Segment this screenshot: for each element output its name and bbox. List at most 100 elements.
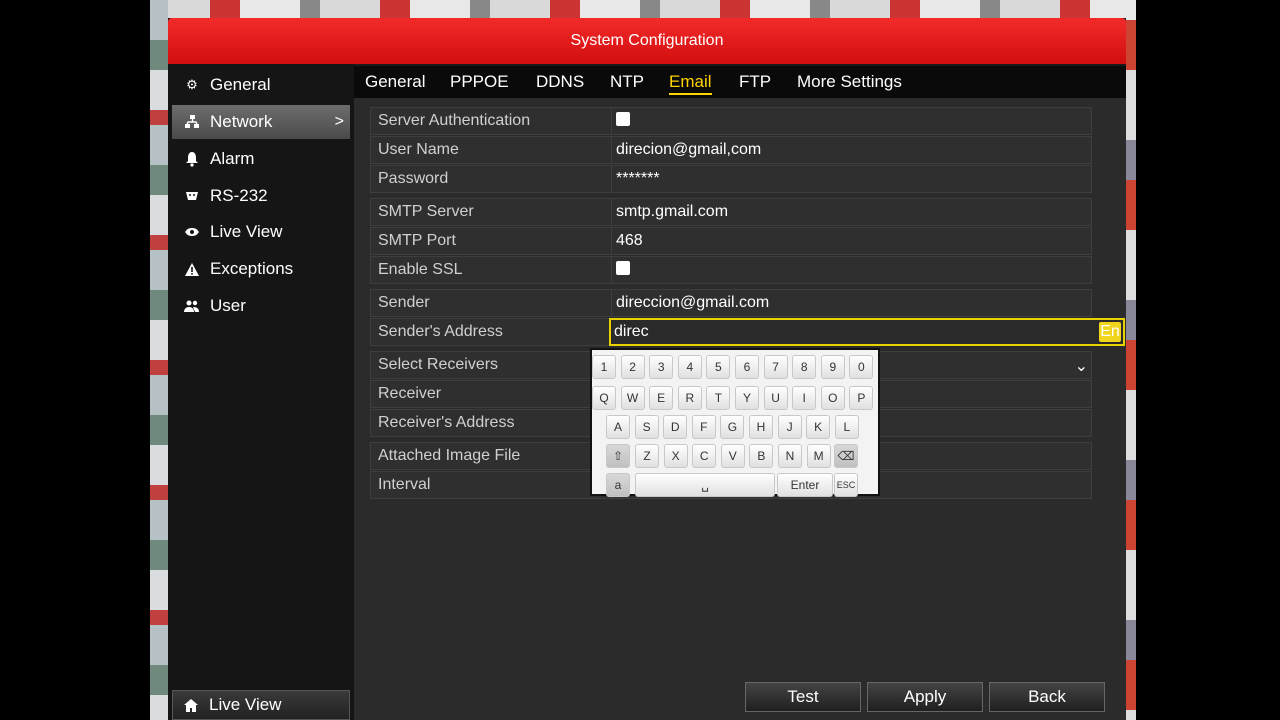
sender-value: direccion@gmail.com — [616, 294, 770, 311]
smtp-port-field[interactable]: 468 — [611, 228, 1094, 254]
key-r[interactable]: R — [677, 386, 702, 410]
attached-image-label: Attached Image File — [378, 447, 521, 464]
user-name-value: direcion@gmail,com — [616, 141, 762, 158]
enable-ssl-label: Enable SSL — [378, 261, 463, 278]
password-row: Password ******* — [370, 165, 1092, 193]
key-d[interactable]: D — [663, 415, 688, 439]
on-screen-keyboard: 1234567890 QWERTYUIOP ASDFGHJKL ZXCVBNM … — [590, 348, 880, 497]
password-field[interactable]: ******* — [611, 166, 1094, 192]
senders-address-input[interactable]: direc En — [609, 318, 1125, 346]
key-g[interactable]: G — [720, 415, 745, 439]
key-l[interactable]: L — [834, 415, 859, 439]
tab-email[interactable]: Email — [669, 72, 712, 95]
live-view-button[interactable]: Live View — [172, 690, 350, 720]
sidebar-item-alarm[interactable]: Alarm — [172, 142, 350, 176]
enter-key[interactable]: Enter — [777, 473, 833, 497]
tab-more-settings[interactable]: More Settings — [797, 72, 902, 92]
sidebar-item-label: RS-232 — [210, 186, 268, 205]
key-x[interactable]: X — [663, 444, 688, 468]
space-key[interactable]: ␣ — [635, 473, 775, 497]
shift-icon: ⇧ — [612, 449, 624, 463]
key-8[interactable]: 8 — [792, 355, 817, 379]
key-i[interactable]: I — [792, 386, 817, 410]
key-h[interactable]: H — [749, 415, 773, 439]
key-k[interactable]: K — [806, 415, 831, 439]
key-u[interactable]: U — [763, 386, 788, 410]
sidebar-item-rs232[interactable]: RS-232 — [172, 179, 350, 213]
alt-mode-key[interactable]: a — [606, 473, 630, 497]
key-z[interactable]: Z — [635, 444, 659, 468]
key-7[interactable]: 7 — [763, 355, 788, 379]
shift-key[interactable]: ⇧ — [606, 444, 630, 468]
key-3[interactable]: 3 — [649, 355, 674, 379]
key-2[interactable]: 2 — [620, 355, 645, 379]
background-camera-feed-left — [150, 0, 168, 720]
server-authentication-label: Server Authentication — [378, 112, 531, 129]
home-icon — [181, 695, 201, 715]
key-5[interactable]: 5 — [706, 355, 731, 379]
key-p[interactable]: P — [849, 386, 874, 410]
smtp-server-value: smtp.gmail.com — [616, 203, 729, 220]
tab-ddns[interactable]: DDNS — [536, 72, 584, 92]
server-authentication-row: Server Authentication ✔ — [370, 107, 1092, 135]
key-y[interactable]: Y — [735, 386, 759, 410]
esc-key[interactable]: ESC — [834, 473, 858, 497]
enable-ssl-checkbox[interactable]: ✔ — [616, 260, 630, 276]
smtp-port-value: 468 — [616, 232, 643, 249]
server-authentication-checkbox[interactable]: ✔ — [616, 111, 630, 127]
system-configuration-window: System Configuration ⚙ General Network >… — [168, 18, 1126, 720]
key-e[interactable]: E — [649, 386, 674, 410]
sidebar-item-user[interactable]: User — [172, 289, 350, 323]
key-9[interactable]: 9 — [820, 355, 845, 379]
key-f[interactable]: F — [691, 415, 716, 439]
key-4[interactable]: 4 — [677, 355, 702, 379]
tab-pppoe[interactable]: PPPOE — [450, 72, 509, 92]
sender-label: Sender — [378, 294, 430, 311]
sidebar-item-network[interactable]: Network > — [172, 105, 350, 139]
tab-ntp[interactable]: NTP — [610, 72, 644, 92]
key-j[interactable]: J — [777, 415, 802, 439]
sender-field[interactable]: direccion@gmail.com — [611, 290, 1094, 316]
user-name-label: User Name — [378, 141, 459, 158]
tab-bar: General PPPOE DDNS NTP Email FTP More Se… — [354, 66, 1126, 98]
apply-button[interactable]: Apply — [867, 682, 983, 712]
input-language-button[interactable]: En — [1099, 322, 1121, 342]
smtp-server-row: SMTP Server smtp.gmail.com — [370, 198, 1092, 226]
enter-key-label: Enter — [790, 478, 820, 492]
key-a[interactable]: A — [606, 415, 630, 439]
key-s[interactable]: S — [634, 415, 659, 439]
password-value: ******* — [616, 170, 660, 187]
key-q[interactable]: Q — [592, 386, 616, 410]
interval-label: Interval — [378, 476, 431, 493]
sidebar-item-exceptions[interactable]: Exceptions — [172, 252, 350, 286]
key-1[interactable]: 1 — [592, 355, 616, 379]
key-t[interactable]: T — [706, 386, 731, 410]
bell-icon — [182, 149, 202, 169]
key-n[interactable]: N — [778, 444, 802, 468]
key-o[interactable]: O — [820, 386, 845, 410]
sidebar-item-general[interactable]: ⚙ General — [172, 68, 350, 102]
user-name-field[interactable]: direcion@gmail,com — [611, 137, 1094, 163]
key-m[interactable]: M — [806, 444, 831, 468]
key-v[interactable]: V — [720, 444, 745, 468]
sidebar-item-label: General — [210, 75, 271, 94]
key-w[interactable]: W — [620, 386, 645, 410]
background-camera-feed-right — [1126, 20, 1136, 720]
sidebar-item-live-view[interactable]: Live View — [172, 215, 350, 249]
sidebar-item-label: Network — [210, 112, 273, 131]
key-b[interactable]: B — [749, 444, 774, 468]
tab-ftp[interactable]: FTP — [739, 72, 771, 92]
backspace-key[interactable]: ⌫ — [834, 444, 858, 468]
back-button[interactable]: Back — [989, 682, 1105, 712]
sidebar-item-label: Live View — [210, 222, 283, 241]
key-6[interactable]: 6 — [735, 355, 759, 379]
senders-address-row: Sender's Address direc En — [370, 318, 1125, 346]
space-icon: ␣ — [701, 478, 709, 492]
test-button[interactable]: Test — [745, 682, 861, 712]
senders-address-label: Sender's Address — [378, 323, 503, 340]
key-0[interactable]: 0 — [849, 355, 874, 379]
network-icon — [182, 112, 202, 132]
key-c[interactable]: C — [692, 444, 717, 468]
smtp-server-field[interactable]: smtp.gmail.com — [611, 199, 1094, 225]
tab-general[interactable]: General — [365, 72, 425, 92]
